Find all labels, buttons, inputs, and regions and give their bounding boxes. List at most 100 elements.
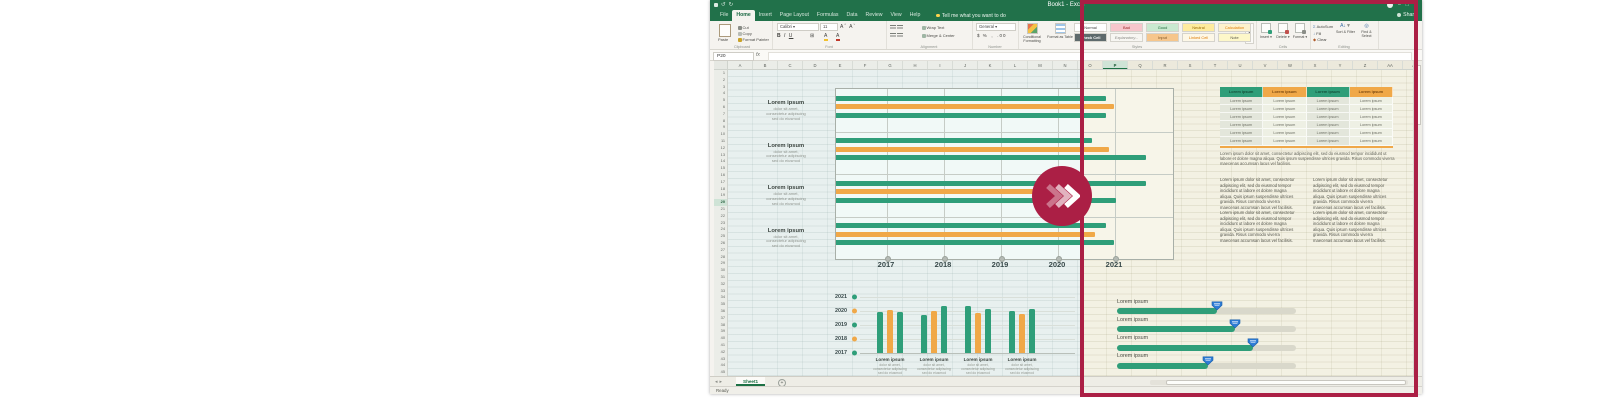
tab-formulas[interactable]: Formulas [813, 10, 843, 21]
row-header-1[interactable]: 1 [714, 70, 727, 77]
row-header-40[interactable]: 40 [714, 335, 727, 342]
indent-icon [890, 33, 896, 38]
row-header-44[interactable]: 44 [714, 362, 727, 369]
row-header-3[interactable]: 3 [714, 84, 727, 91]
wrap-text-button[interactable]: Wrap Text [922, 25, 944, 30]
row-header-14[interactable]: 14 [714, 158, 727, 165]
format-painter-button[interactable]: Format Painter [738, 37, 769, 42]
merge-center-button[interactable]: Merge & Center [922, 33, 955, 38]
paste-button[interactable]: Paste [718, 37, 728, 42]
row-header-31[interactable]: 31 [714, 274, 727, 281]
row-header-25[interactable]: 25 [714, 233, 727, 240]
row-header-21[interactable]: 21 [714, 206, 727, 213]
row-header-15[interactable]: 15 [714, 165, 727, 172]
column-header-G[interactable]: G [878, 61, 903, 70]
column-header-F[interactable]: F [853, 61, 878, 70]
column-header-A[interactable]: A [728, 61, 753, 70]
paste-icon[interactable] [719, 24, 731, 37]
row-header-26[interactable]: 26 [714, 240, 727, 247]
row-header-28[interactable]: 28 [714, 254, 727, 261]
row-header-12[interactable]: 12 [714, 145, 727, 152]
row-header-13[interactable]: 13 [714, 152, 727, 159]
cut-button[interactable]: Cut [738, 25, 749, 30]
font-name-select[interactable]: Calibri ▾ [777, 23, 819, 31]
row-header-43[interactable]: 43 [714, 356, 727, 363]
tab-view[interactable]: View [887, 10, 906, 21]
fx-icon[interactable]: fx [756, 52, 760, 58]
row-header-45[interactable]: 45 [714, 369, 727, 376]
row-header-36[interactable]: 36 [714, 308, 727, 315]
column-header-H[interactable]: H [903, 61, 928, 70]
row-header-10[interactable]: 10 [714, 131, 727, 138]
row-header-42[interactable]: 42 [714, 349, 727, 356]
row-header-23[interactable]: 23 [714, 220, 727, 227]
row-headers[interactable]: 1234567891011121314151617181920212223242… [714, 70, 728, 376]
row-header-6[interactable]: 6 [714, 104, 727, 111]
vbar [877, 312, 883, 353]
column-header-K[interactable]: K [978, 61, 1003, 70]
tab-help[interactable]: Help [906, 10, 925, 21]
column-header-M[interactable]: M [1028, 61, 1053, 70]
column-header-J[interactable]: J [953, 61, 978, 70]
column-header-C[interactable]: C [778, 61, 803, 70]
column-header-I[interactable]: I [928, 61, 953, 70]
ribbon-group-font: Calibri ▾ 11 Aˆ Aˇ B I U ⊞ A A Font [772, 21, 887, 49]
fill-color-button[interactable]: A [824, 33, 828, 41]
row-header-16[interactable]: 16 [714, 172, 727, 179]
vbar [985, 309, 991, 353]
row-header-29[interactable]: 29 [714, 260, 727, 267]
row-header-37[interactable]: 37 [714, 315, 727, 322]
legend-year-2020: 2020 [823, 308, 847, 314]
row-header-20[interactable]: 20 [714, 199, 727, 206]
tab-home[interactable]: Home [732, 10, 754, 21]
row-header-33[interactable]: 33 [714, 288, 727, 295]
row-header-39[interactable]: 39 [714, 328, 727, 335]
row-header-22[interactable]: 22 [714, 213, 727, 220]
row-header-5[interactable]: 5 [714, 97, 727, 104]
row-header-27[interactable]: 27 [714, 247, 727, 254]
row-header-11[interactable]: 11 [714, 138, 727, 145]
row-header-30[interactable]: 30 [714, 267, 727, 274]
row-header-2[interactable]: 2 [714, 77, 727, 84]
font-color-button[interactable]: A [836, 33, 840, 41]
tell-me-box[interactable]: Tell me what you want to do [936, 10, 1006, 21]
row-header-4[interactable]: 4 [714, 90, 727, 97]
x-tick-label-2020: 2020 [1049, 260, 1066, 269]
column-header-L[interactable]: L [1003, 61, 1028, 70]
row-header-24[interactable]: 24 [714, 226, 727, 233]
row-header-32[interactable]: 32 [714, 281, 727, 288]
border-button[interactable]: ⊞ [810, 33, 815, 39]
indent-buttons[interactable] [890, 33, 904, 38]
font-size-select[interactable]: 11 [820, 23, 838, 31]
number-format-select[interactable]: General ▾ [976, 23, 1016, 31]
column-header-E[interactable]: E [828, 61, 853, 70]
tab-review[interactable]: Review [862, 10, 887, 21]
bold-italic-underline-buttons[interactable]: B I U [777, 33, 793, 39]
tab-page-layout[interactable]: Page Layout [776, 10, 813, 21]
column-header-D[interactable]: D [803, 61, 828, 70]
conditional-formatting-button[interactable]: Conditional Formatting [1018, 23, 1046, 43]
grow-shrink-font-buttons[interactable]: Aˆ Aˇ [840, 24, 856, 30]
tab-data[interactable]: Data [843, 10, 862, 21]
row-header-41[interactable]: 41 [714, 342, 727, 349]
copy-button[interactable]: Copy [738, 31, 752, 36]
tab-insert[interactable]: Insert [755, 10, 776, 21]
sheet-tab-sheet1[interactable]: Sheet1 [736, 377, 765, 386]
name-box[interactable]: P20 [713, 52, 754, 61]
row-header-35[interactable]: 35 [714, 301, 727, 308]
align-buttons[interactable] [890, 25, 904, 30]
column-header-B[interactable]: B [753, 61, 778, 70]
row-header-9[interactable]: 9 [714, 124, 727, 131]
format-as-table-button[interactable]: Format as Table [1046, 23, 1074, 39]
row-header-17[interactable]: 17 [714, 179, 727, 186]
select-all-corner[interactable] [714, 61, 728, 70]
number-format-buttons[interactable]: $ % , .00 [977, 33, 1007, 38]
row-header-18[interactable]: 18 [714, 186, 727, 193]
row-header-38[interactable]: 38 [714, 322, 727, 329]
column-header-N[interactable]: N [1053, 61, 1078, 70]
row-header-34[interactable]: 34 [714, 294, 727, 301]
row-header-7[interactable]: 7 [714, 111, 727, 118]
row-header-19[interactable]: 19 [714, 192, 727, 199]
tab-file[interactable]: File [716, 10, 732, 21]
row-header-8[interactable]: 8 [714, 118, 727, 125]
